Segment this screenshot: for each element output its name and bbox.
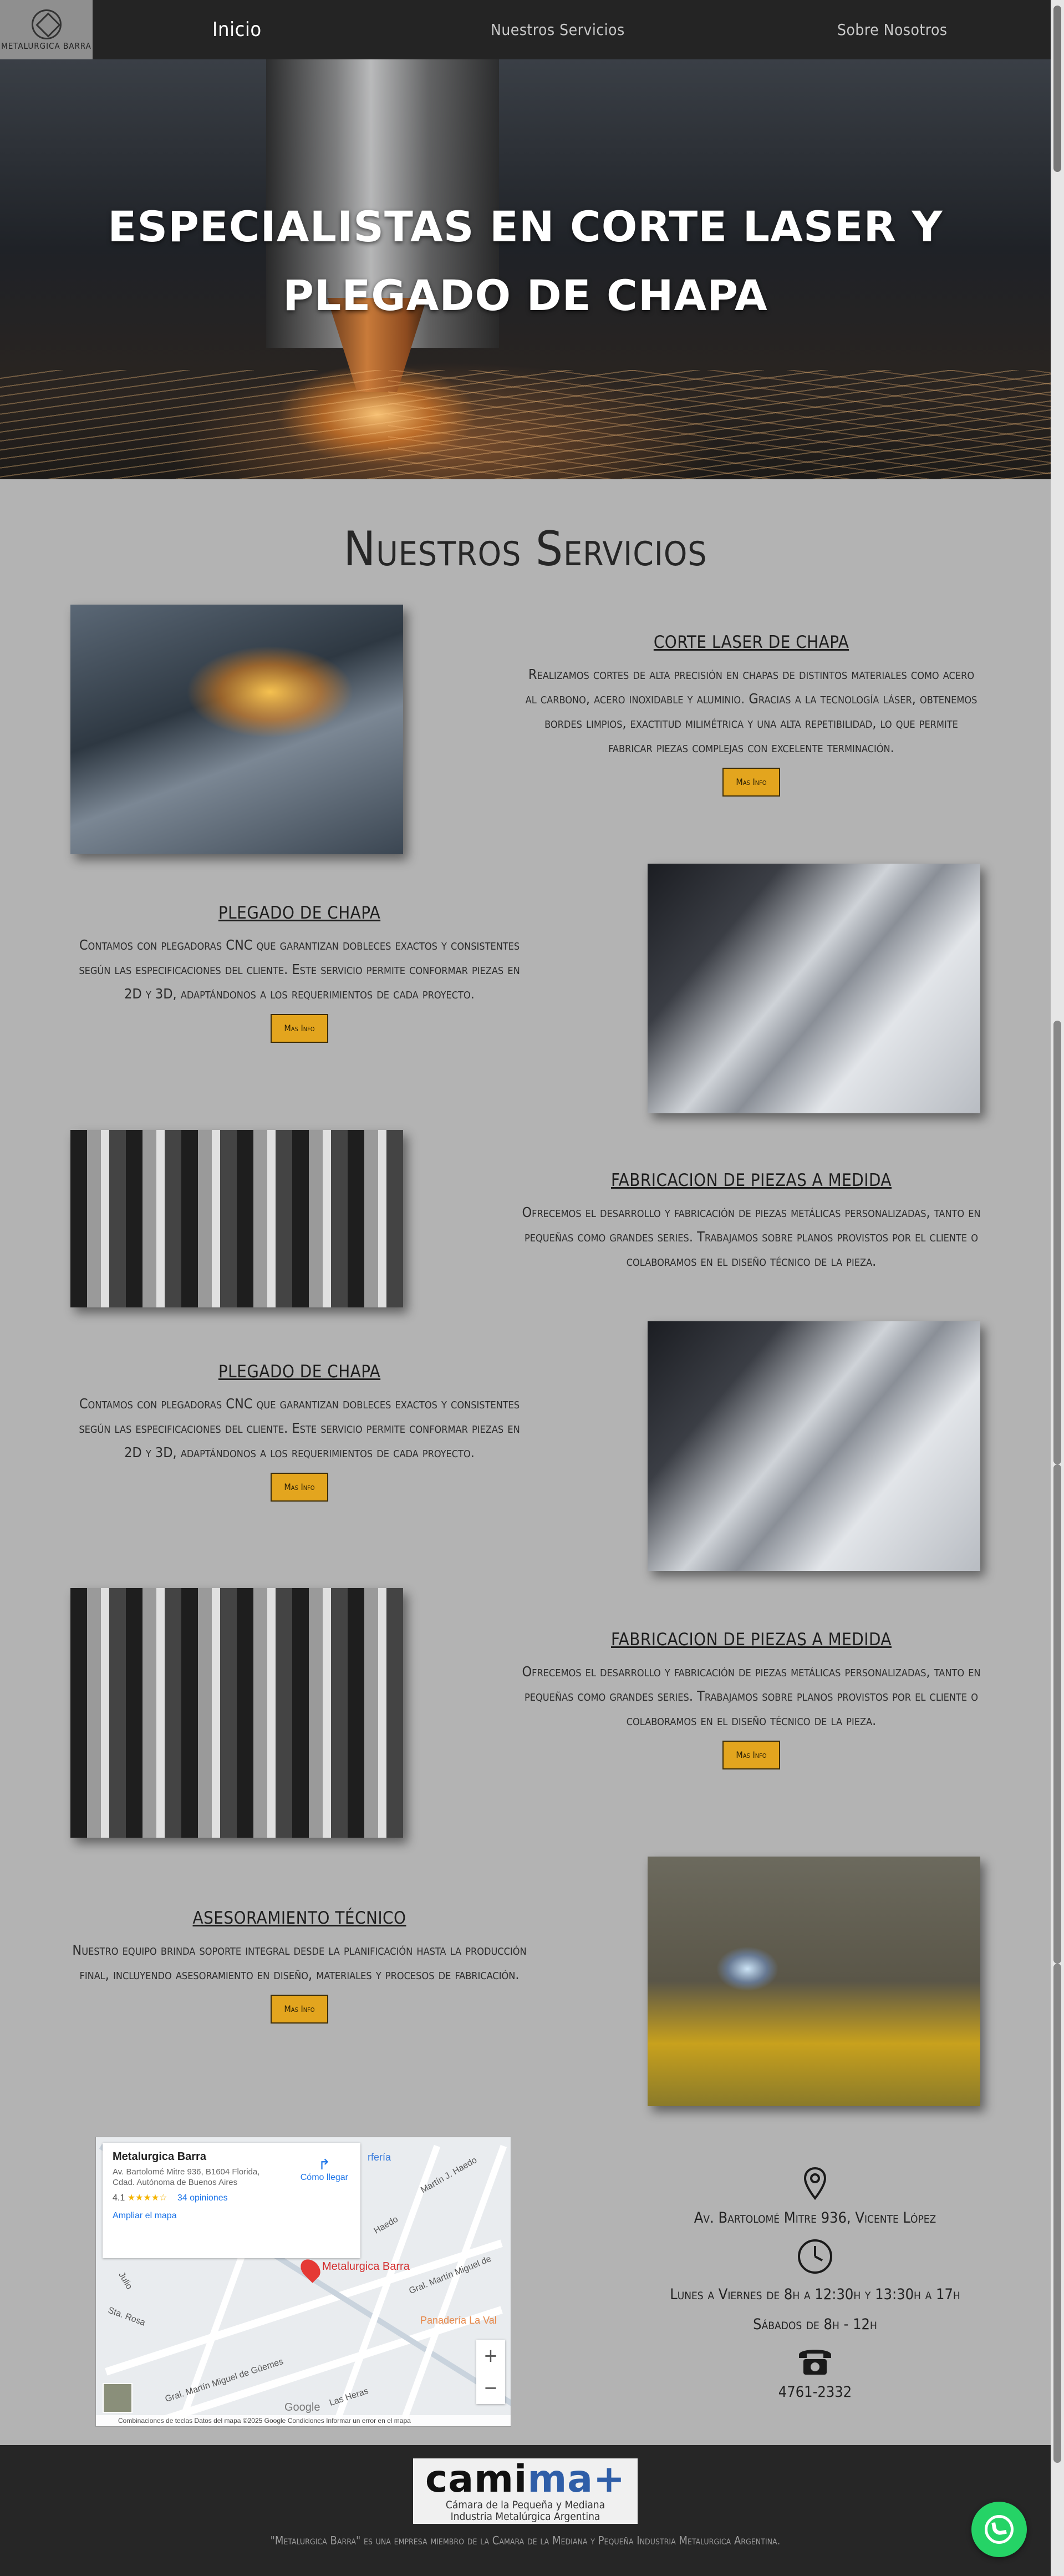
map-street-label: Julio — [116, 2270, 134, 2291]
zoom-out-button[interactable]: − — [476, 2372, 505, 2404]
service-description: Nuestro equipo brinda soporte integral d… — [72, 1942, 527, 1982]
map-enlarge-link[interactable]: Ampliar el mapa — [113, 2211, 350, 2221]
mas-info-button[interactable]: Mas Info — [722, 1741, 780, 1769]
camima-subtitle-line2: Industria Metalúrgica Argentina — [450, 2511, 600, 2523]
mas-info-button[interactable]: Mas Info — [271, 1014, 328, 1043]
service-title: FABRICACION DE PIEZAS A MEDIDA — [610, 1630, 892, 1650]
map-directions-button[interactable]: ↱ Cómo llegar — [301, 2156, 348, 2183]
hero-title-line2: PLEGADO DE CHAPA — [283, 271, 768, 320]
services-title: Nuestros Servicios — [343, 521, 707, 577]
logo-emblem-icon — [31, 9, 62, 39]
service-description: Ofrecemos el desarrollo y fabricación de… — [522, 1664, 981, 1728]
map-poi-label: Panadería La Val — [420, 2315, 497, 2326]
service-card-plegado: PLEGADO DE CHAPA Contamos con plegadoras… — [78, 903, 521, 1043]
service-description: Realizamos cortes de alta precisión en c… — [525, 666, 978, 755]
map-rating-value: 4.1 — [113, 2193, 125, 2203]
footer-membership-note: "Metalurgica Barra" es una empresa miemb… — [270, 2534, 781, 2547]
google-logo: Google — [284, 2401, 320, 2413]
welding-image — [648, 1857, 980, 2106]
map-attribution-bar[interactable]: Combinaciones de teclas Datos del mapa ©… — [96, 2415, 511, 2426]
camima-subtitle-line1: Cámara de la Pequeña y Mediana — [445, 2499, 605, 2511]
map-place-address: Av. Bartolomé Mitre 936, B1604 Florida, … — [113, 2167, 260, 2187]
mas-info-button[interactable]: Mas Info — [271, 1995, 328, 2024]
map-place-card: Metalurgica Barra Av. Bartolomé Mitre 93… — [103, 2143, 360, 2258]
service-title: CORTE LASER DE CHAPA — [653, 632, 849, 652]
service-description: Contamos con plegadoras CNC que garantiz… — [79, 937, 520, 1002]
directions-arrow-icon: ↱ — [318, 2156, 330, 2173]
service-card-fabricacion: FABRICACION DE PIEZAS A MEDIDA Ofrecemos… — [521, 1170, 981, 1274]
map-pin-label: Metalurgica Barra — [322, 2260, 410, 2273]
map-rating: 4.1 ★★★★☆ 34 opiniones — [113, 2192, 350, 2203]
contact-hours-saturday: Sábados de 8h - 12h — [753, 2316, 877, 2333]
site-footer: camima+ Cámara de la Pequeña y Mediana I… — [0, 2445, 1051, 2576]
service-card-plegado-2: PLEGADO DE CHAPA Contamos con plegadoras… — [78, 1362, 521, 1502]
map-pin-icon[interactable] — [297, 2255, 324, 2283]
location-pin-icon — [803, 2167, 827, 2200]
service-title: FABRICACION DE PIEZAS A MEDIDA — [610, 1170, 892, 1190]
service-title: PLEGADO DE CHAPA — [218, 1362, 381, 1382]
map-satellite-thumbnail[interactable] — [103, 2383, 133, 2413]
service-card-asesoramiento: ASESORAMIENTO TÉCNICO Nuestro equipo bri… — [67, 1908, 532, 2024]
map-reviews-link[interactable]: 34 opiniones — [177, 2193, 228, 2203]
service-description: Ofrecemos el desarrollo y fabricación de… — [522, 1204, 981, 1269]
top-navbar: METALURGICA BARRA Inicio Nuestros Servic… — [0, 0, 1051, 59]
page-scrollbar[interactable] — [1051, 0, 1064, 2576]
camima-wordmark-a: cami — [425, 2457, 528, 2501]
service-card-fabricacion-2: FABRICACION DE PIEZAS A MEDIDA Ofrecemos… — [521, 1630, 981, 1769]
contact-hours-weekdays: Lunes a Viernes de 8h a 12:30h y 13:30h … — [670, 2286, 960, 2303]
whatsapp-button[interactable] — [971, 2502, 1027, 2557]
scrollbar-track-segment — [1053, 1021, 1061, 1464]
clock-icon — [798, 2239, 832, 2274]
star-rating-icon: ★★★★☆ — [127, 2193, 167, 2203]
map-directions-label: Cómo llegar — [300, 2173, 348, 2182]
hero-title: ESPECIALISTAS EN CORTE LASER Y PLEGADO D… — [0, 192, 1051, 330]
camima-wordmark-b: ma+ — [527, 2457, 626, 2501]
scrollbar-thumb[interactable] — [1053, 6, 1061, 172]
service-card-laser: CORTE LASER DE CHAPA Realizamos cortes d… — [521, 632, 981, 797]
nav-nuestros-servicios[interactable]: Nuestros Servicios — [491, 0, 625, 59]
map-poi-label: rfería — [368, 2152, 391, 2163]
mas-info-button[interactable]: Mas Info — [271, 1473, 328, 1502]
site-logo[interactable]: METALURGICA BARRA — [0, 0, 93, 59]
map-street-label: Haedo — [372, 2214, 400, 2236]
nav-inicio[interactable]: Inicio — [212, 0, 262, 59]
hero-banner: ESPECIALISTAS EN CORTE LASER Y PLEGADO D… — [0, 59, 1051, 479]
zoom-in-button[interactable]: + — [476, 2340, 505, 2372]
map-street-label: Sta. Rosa — [106, 2305, 147, 2328]
nav-sobre-nosotros[interactable]: Sobre Nosotros — [837, 0, 948, 59]
camima-logo[interactable]: camima+ Cámara de la Pequeña y Mediana I… — [413, 2458, 638, 2524]
scrollbar-track-segment — [1053, 1464, 1061, 1964]
service-title: PLEGADO DE CHAPA — [218, 903, 381, 923]
logo-text: METALURGICA BARRA — [1, 40, 91, 51]
hero-title-line1: ESPECIALISTAS EN CORTE LASER Y — [108, 202, 943, 251]
telephone-icon — [799, 2350, 831, 2375]
sparks-image — [388, 370, 1051, 479]
service-description: Contamos con plegadoras CNC que garantiz… — [79, 1396, 520, 1461]
laser-cutting-image — [70, 605, 403, 854]
camima-wordmark: camima+ — [413, 2460, 638, 2499]
cnc-machining-image — [70, 1588, 403, 1838]
contact-address: Av. Bartolomé Mitre 936, Vicente López — [694, 2209, 936, 2227]
scrollbar-track-segment — [1053, 1964, 1061, 2463]
mas-info-button[interactable]: Mas Info — [722, 768, 780, 797]
sheet-bending-image — [648, 864, 980, 1113]
google-map-embed[interactable]: Julio Sta. Rosa Martín J. Haedo Haedo Gr… — [95, 2137, 511, 2427]
cnc-machining-image — [70, 1130, 403, 1307]
contact-info: Av. Bartolomé Mitre 936, Vicente López L… — [604, 2166, 1026, 2402]
contact-phone[interactable]: 4761-2332 — [604, 2382, 1026, 2402]
service-title: ASESORAMIENTO TÉCNICO — [192, 1908, 406, 1928]
sheet-bending-image — [648, 1321, 980, 1571]
map-zoom-control: + − — [476, 2340, 505, 2404]
